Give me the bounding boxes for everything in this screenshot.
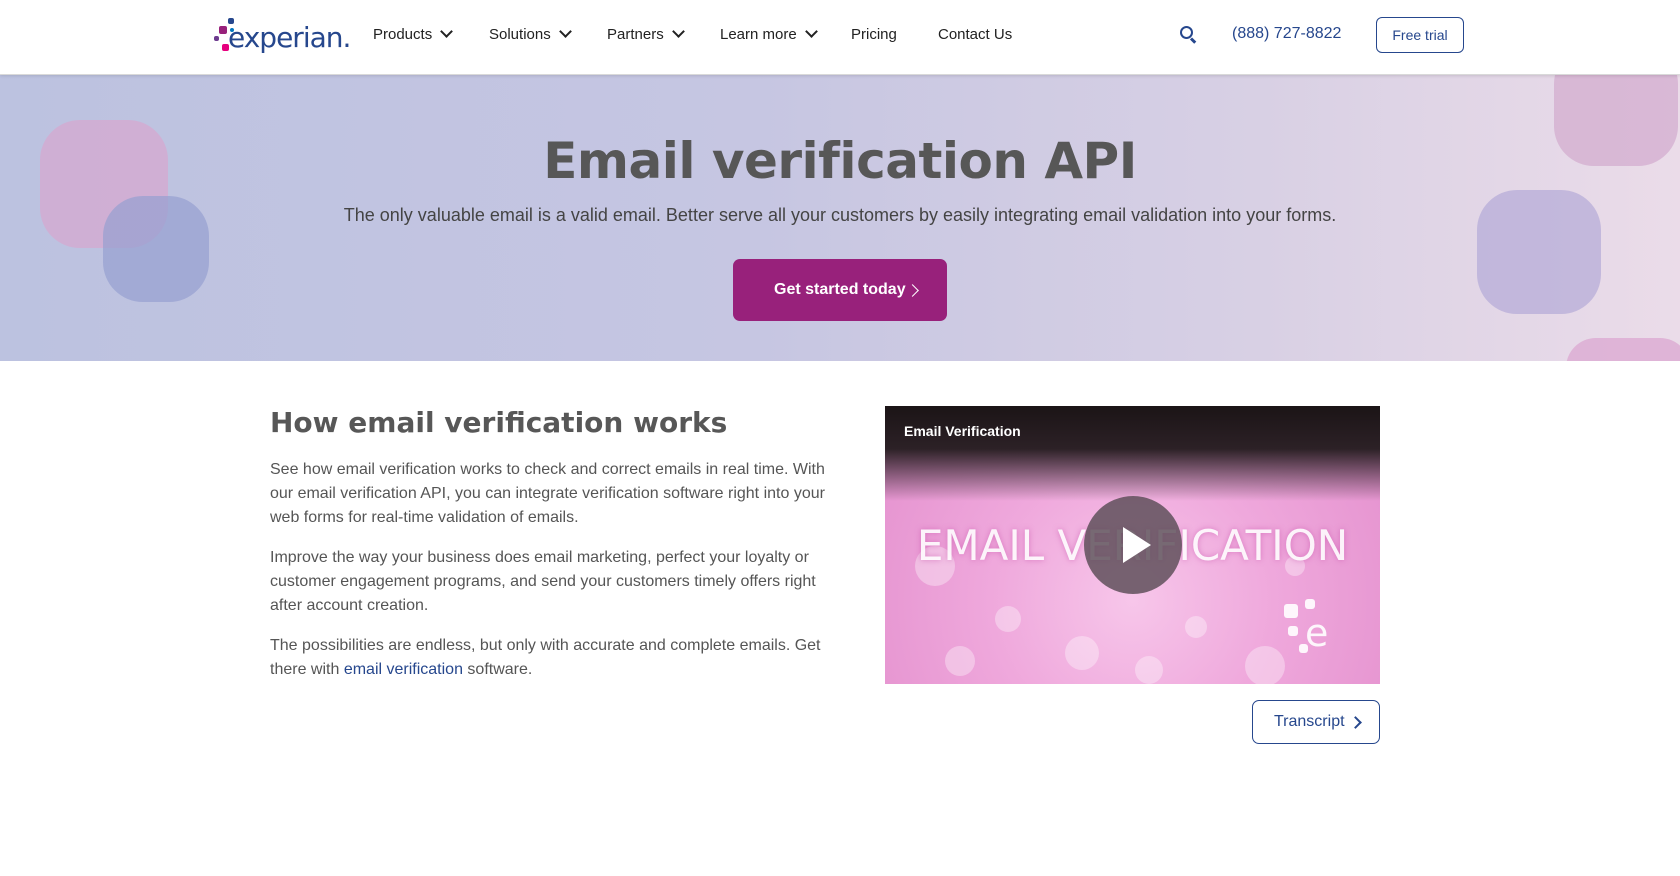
- page-title: Email verification API: [543, 132, 1137, 190]
- get-started-button[interactable]: Get started today: [733, 259, 947, 321]
- site-header: experian. Products Solutions Partners Le…: [0, 0, 1680, 75]
- transcript-button[interactable]: Transcript: [1252, 700, 1380, 744]
- search-icon[interactable]: [1180, 26, 1197, 44]
- video-title-bar: [885, 406, 1380, 501]
- nav-partners[interactable]: Partners: [607, 25, 685, 43]
- nav-learn-more[interactable]: Learn more: [720, 25, 818, 43]
- email-verification-link[interactable]: email verification: [344, 661, 463, 678]
- video-player[interactable]: Email Verification EMAIL VERIFICATION e: [885, 406, 1380, 684]
- chevron-right-icon: [1349, 716, 1362, 729]
- paragraph: Improve the way your business does email…: [270, 549, 816, 614]
- hero-subtitle: The only valuable email is a valid email…: [343, 205, 1337, 225]
- nav-label: Pricing: [851, 26, 897, 43]
- video-title: Email Verification: [904, 423, 1021, 439]
- section-heading: How email verification works: [270, 406, 728, 439]
- nav-contact-us[interactable]: Contact Us: [938, 26, 1012, 43]
- experian-logo[interactable]: experian.: [214, 18, 351, 58]
- play-icon[interactable]: [1084, 496, 1182, 594]
- decorative-shape: [1566, 338, 1680, 361]
- logo-wordmark: experian.: [228, 21, 351, 54]
- chevron-down-icon: [804, 25, 818, 38]
- phone-link[interactable]: (888) 727-8822: [1232, 25, 1341, 43]
- paragraph: See how email verification works to chec…: [270, 461, 825, 526]
- nav-label: Contact Us: [938, 26, 1013, 43]
- nav-label: Learn more: [720, 26, 797, 43]
- nav-products[interactable]: Products: [373, 25, 454, 43]
- free-trial-button[interactable]: Free trial: [1376, 17, 1464, 53]
- hero-banner: Email verification API The only valuable…: [0, 74, 1680, 361]
- cta-label: Get started today: [774, 281, 906, 298]
- chevron-down-icon: [671, 25, 685, 38]
- nav-label: Products: [373, 26, 433, 43]
- chevron-down-icon: [440, 25, 454, 38]
- nav-label: Partners: [607, 26, 664, 43]
- paragraph-text: software.: [462, 661, 533, 678]
- paragraph: The possibilities are endless, but only …: [270, 634, 830, 682]
- nav-label: Solutions: [489, 26, 551, 43]
- nav-solutions[interactable]: Solutions: [489, 25, 572, 43]
- chevron-down-icon: [558, 25, 572, 38]
- transcript-label: Transcript: [1274, 713, 1345, 730]
- chevron-right-icon: [906, 284, 919, 297]
- nav-pricing[interactable]: Pricing: [851, 26, 897, 43]
